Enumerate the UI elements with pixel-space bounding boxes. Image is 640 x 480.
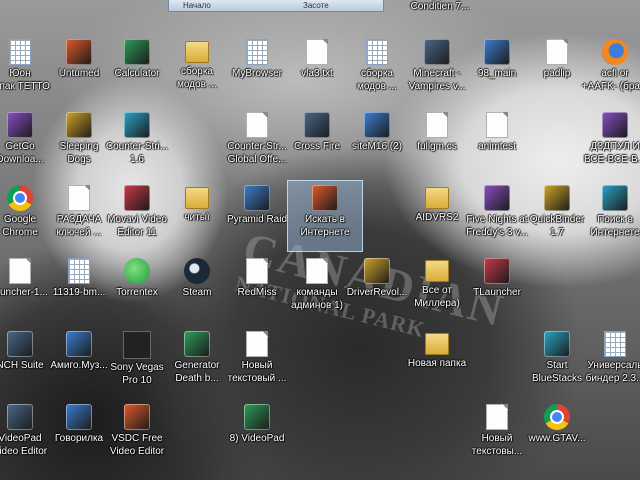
doc-icon	[306, 258, 328, 284]
doc-icon	[68, 185, 90, 211]
icon-search-internet[interactable]: Искать в Интернете	[287, 180, 363, 252]
icon-dzedpul[interactable]: ДЗДПУЛ И ВСЕ-ВСЕ-В...	[578, 108, 640, 178]
app-icon	[364, 112, 390, 138]
icon-label: ДЗДПУЛ И ВСЕ-ВСЕ-В...	[583, 141, 640, 165]
icon-poisk-v-internete[interactable]: Поиск в Интернете	[578, 181, 640, 251]
folder-icon	[185, 187, 209, 209]
app-icon	[66, 404, 92, 430]
app-icon	[124, 404, 150, 430]
app-icon	[124, 185, 150, 211]
app-icon	[124, 39, 150, 65]
icon-label: Искать в Интернете	[300, 214, 350, 238]
icon-firefox[interactable]: acfl or +AAFK- (бра...	[578, 35, 640, 105]
app-icon	[7, 112, 33, 138]
icon-label: Counter-Stri... 1.6	[105, 141, 169, 165]
doc-icon	[246, 331, 268, 357]
app-icon	[602, 112, 628, 138]
icon-animtest[interactable]: animtest	[460, 108, 534, 178]
sheet-icon	[9, 39, 31, 65]
firefox-icon	[602, 39, 628, 65]
app-icon	[7, 404, 33, 430]
sheet-icon	[604, 331, 626, 357]
icon-universal-binder[interactable]: Универсаль биндер 2.3...	[578, 327, 640, 397]
icon-label: Pyramid Raid	[226, 214, 288, 225]
icon-label: Универсаль биндер 2.3...	[585, 360, 640, 384]
icon-label: Поиск в Интернете	[590, 214, 640, 238]
chrome-icon	[544, 404, 570, 430]
doc-icon	[9, 258, 31, 284]
app-icon	[66, 331, 92, 357]
doc-icon	[246, 258, 268, 284]
app-icon	[66, 39, 92, 65]
sheet-icon	[246, 39, 268, 65]
app-icon	[304, 112, 330, 138]
doc-icon	[546, 39, 568, 65]
sheet-icon	[68, 258, 90, 284]
folder-icon	[425, 187, 449, 209]
doc-icon	[426, 112, 448, 138]
app-icon	[244, 404, 270, 430]
app-icon	[184, 331, 210, 357]
icon-novaya-papka[interactable]: Новая папка	[400, 327, 474, 397]
icon-label: VSDC Free Video Editor	[109, 433, 165, 457]
app-icon	[602, 185, 628, 211]
chrome-icon	[7, 185, 33, 211]
folder-icon	[425, 260, 449, 282]
app-icon	[544, 185, 570, 211]
partial-window-edge[interactable]: Начало Засоте	[168, 0, 384, 12]
app-icon	[364, 258, 390, 284]
app-icon	[484, 185, 510, 211]
icon-pyramid-raid[interactable]: Pyramid Raid	[220, 181, 294, 251]
icon-label: Новая папка	[407, 358, 467, 369]
icon-tlauncher[interactable]: TLauncher	[460, 254, 534, 324]
icon-vsdc-free-video[interactable]: VSDC Free Video Editor	[100, 400, 174, 470]
top-cut-icon-label[interactable]: Conditien 7...	[398, 0, 482, 13]
steam-icon	[184, 258, 210, 284]
doc-icon	[246, 112, 268, 138]
icon-www-gtav[interactable]: www.GTAV...	[520, 400, 594, 470]
doc-icon	[306, 39, 328, 65]
icon-counter-strike-16[interactable]: Counter-Stri... 1.6	[100, 108, 174, 178]
icon-label: TLauncher	[473, 287, 521, 298]
icon-label: Новый текстовый ...	[227, 360, 287, 384]
app-icon	[66, 112, 92, 138]
dark-icon	[123, 331, 151, 359]
doc-icon	[486, 112, 508, 138]
icon-label: acfl or +AAFK- (бра...	[581, 68, 640, 92]
window-edge-text-left: Начало	[183, 1, 211, 10]
green-icon	[124, 258, 150, 284]
app-icon	[7, 331, 33, 357]
app-icon	[312, 185, 338, 211]
icon-label: www.GTAV...	[528, 433, 586, 444]
icon-label: animtest	[478, 141, 516, 152]
folder-icon	[185, 41, 209, 63]
folder-icon	[425, 333, 449, 355]
icon-novyi-tekstovyi-1[interactable]: Новый текстовый ...	[220, 327, 294, 397]
app-icon	[124, 112, 150, 138]
app-icon	[544, 331, 570, 357]
app-icon	[484, 39, 510, 65]
app-icon	[424, 39, 450, 65]
icon-8-videopad[interactable]: 8) VideoPad	[220, 400, 294, 470]
app-icon	[244, 185, 270, 211]
window-edge-text-right: Засоте	[303, 1, 329, 10]
app-icon	[484, 258, 510, 284]
doc-icon	[486, 404, 508, 430]
icon-label: 8) VideoPad	[229, 433, 285, 444]
sheet-icon	[366, 39, 388, 65]
